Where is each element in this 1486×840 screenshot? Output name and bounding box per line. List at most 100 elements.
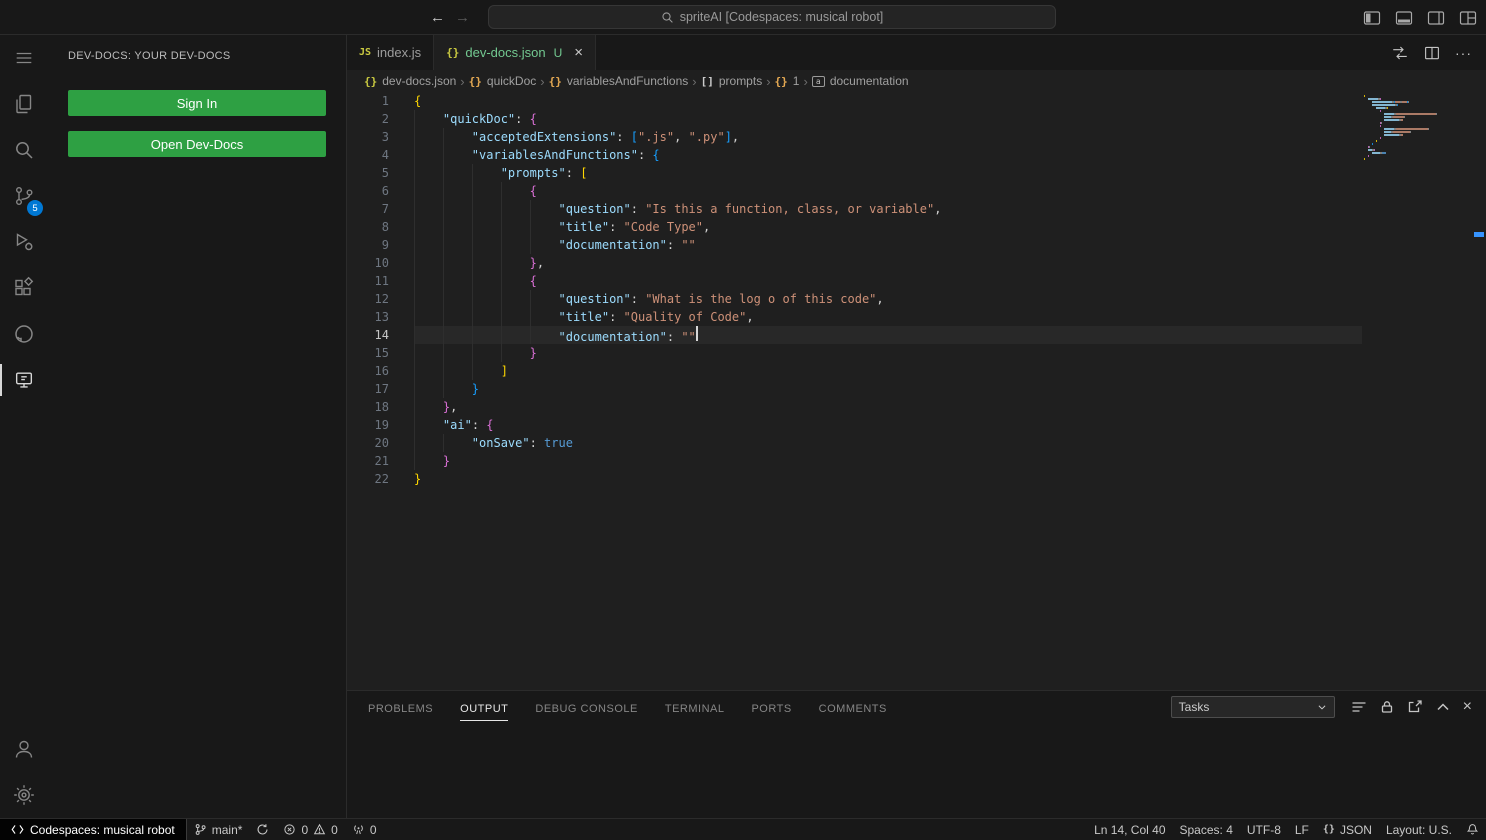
code-line[interactable]: 14 "documentation": "" xyxy=(347,326,1362,344)
language-mode-item[interactable]: {} JSON xyxy=(1316,819,1379,840)
branch-item[interactable]: main* xyxy=(187,819,250,840)
breadcrumb-item-file[interactable]: {} dev-docs.json xyxy=(364,74,456,88)
extensions-button[interactable] xyxy=(0,265,48,311)
close-tab-icon[interactable]: × xyxy=(574,45,583,60)
code-line[interactable]: 21 } xyxy=(347,452,1362,470)
tab-dev-docs-json[interactable]: {} dev-docs.json U × xyxy=(434,35,596,70)
keyboard-layout-item[interactable]: Layout: U.S. xyxy=(1379,819,1459,840)
code-line[interactable]: 17 } xyxy=(347,380,1362,398)
command-center-search[interactable]: spriteAI [Codespaces: musical robot] xyxy=(488,5,1056,29)
menu-button[interactable] xyxy=(0,35,48,81)
code-line[interactable]: 1{ xyxy=(347,92,1362,110)
breadcrumb-item-variables[interactable]: {} variablesAndFunctions xyxy=(549,74,689,88)
code-line[interactable]: 10 }, xyxy=(347,254,1362,272)
code-line[interactable]: 6 { xyxy=(347,182,1362,200)
panel-tab-terminal[interactable]: TERMINAL xyxy=(665,694,725,720)
open-output-in-editor-icon[interactable] xyxy=(1407,699,1423,715)
lock-scroll-icon[interactable] xyxy=(1379,699,1395,715)
line-number[interactable]: 14 xyxy=(347,326,414,344)
line-number[interactable]: 6 xyxy=(347,182,414,200)
line-number[interactable]: 1 xyxy=(347,92,414,110)
panel-tab-debug-console[interactable]: DEBUG CONSOLE xyxy=(535,694,637,720)
clear-output-icon[interactable] xyxy=(1351,699,1367,715)
code-line[interactable]: 16 ] xyxy=(347,362,1362,380)
line-number[interactable]: 4 xyxy=(347,146,414,164)
line-number[interactable]: 21 xyxy=(347,452,414,470)
toggle-panel-icon[interactable] xyxy=(1394,8,1414,28)
line-number[interactable]: 13 xyxy=(347,308,414,326)
code-line[interactable]: 22} xyxy=(347,470,1362,488)
minimap[interactable] xyxy=(1364,95,1472,161)
back-button[interactable]: ← xyxy=(430,9,445,26)
line-number[interactable]: 7 xyxy=(347,200,414,218)
code-line[interactable]: 19 "ai": { xyxy=(347,416,1362,434)
line-number[interactable]: 15 xyxy=(347,344,414,362)
remote-indicator[interactable]: Codespaces: musical robot xyxy=(0,819,187,840)
indentation-item[interactable]: Spaces: 4 xyxy=(1173,819,1240,840)
forwarded-ports-item[interactable]: 0 xyxy=(345,819,384,840)
github-button[interactable] xyxy=(0,311,48,357)
sync-changes-button[interactable] xyxy=(249,819,276,840)
forward-button[interactable]: → xyxy=(455,9,470,26)
notifications-item[interactable] xyxy=(1459,819,1486,840)
panel-tab-output[interactable]: OUTPUT xyxy=(460,694,508,721)
code-line[interactable]: 12 "question": "What is the log o of thi… xyxy=(347,290,1362,308)
line-number[interactable]: 3 xyxy=(347,128,414,146)
tab-index-js[interactable]: JS index.js xyxy=(347,35,434,70)
line-number[interactable]: 8 xyxy=(347,218,414,236)
line-number[interactable]: 22 xyxy=(347,470,414,488)
split-editor-icon[interactable] xyxy=(1423,44,1441,62)
code-line[interactable]: 3 "acceptedExtensions": [".js", ".py"], xyxy=(347,128,1362,146)
line-number[interactable]: 9 xyxy=(347,236,414,254)
editor[interactable]: 1{2 "quickDoc": {3 "acceptedExtensions":… xyxy=(347,92,1486,690)
line-number[interactable]: 11 xyxy=(347,272,414,290)
line-number[interactable]: 19 xyxy=(347,416,414,434)
toggle-secondary-sidebar-icon[interactable] xyxy=(1426,8,1446,28)
maximize-panel-icon[interactable] xyxy=(1435,699,1451,715)
code-line[interactable]: 13 "title": "Quality of Code", xyxy=(347,308,1362,326)
close-panel-icon[interactable]: × xyxy=(1463,699,1472,715)
panel-tab-problems[interactable]: PROBLEMS xyxy=(368,694,433,720)
code-line[interactable]: 4 "variablesAndFunctions": { xyxy=(347,146,1362,164)
breadcrumb-item-prompts[interactable]: [] prompts xyxy=(701,74,763,88)
line-number[interactable]: 2 xyxy=(347,110,414,128)
code-line[interactable]: 15 } xyxy=(347,344,1362,362)
breadcrumb-item-documentation[interactable]: a documentation xyxy=(812,74,909,88)
cursor-position-item[interactable]: Ln 14, Col 40 xyxy=(1087,819,1172,840)
accounts-button[interactable] xyxy=(0,726,48,772)
line-number[interactable]: 20 xyxy=(347,434,414,452)
run-debug-button[interactable] xyxy=(0,219,48,265)
code-line[interactable]: 5 "prompts": [ xyxy=(347,164,1362,182)
open-changes-icon[interactable] xyxy=(1391,44,1409,62)
line-number[interactable]: 12 xyxy=(347,290,414,308)
toggle-primary-sidebar-icon[interactable] xyxy=(1362,8,1382,28)
panel-tab-ports[interactable]: PORTS xyxy=(751,694,791,720)
problems-item[interactable]: 0 0 xyxy=(276,819,344,840)
code-line[interactable]: 7 "question": "Is this a function, class… xyxy=(347,200,1362,218)
search-sidebar-button[interactable] xyxy=(0,127,48,173)
line-number[interactable]: 10 xyxy=(347,254,414,272)
encoding-item[interactable]: UTF-8 xyxy=(1240,819,1288,840)
line-number[interactable]: 17 xyxy=(347,380,414,398)
settings-button[interactable] xyxy=(0,772,48,818)
line-number[interactable]: 16 xyxy=(347,362,414,380)
code-line[interactable]: 18 }, xyxy=(347,398,1362,416)
explorer-button[interactable] xyxy=(0,81,48,127)
code-line[interactable]: 20 "onSave": true xyxy=(347,434,1362,452)
code-line[interactable]: 11 { xyxy=(347,272,1362,290)
customize-layout-icon[interactable] xyxy=(1458,8,1478,28)
line-number[interactable]: 18 xyxy=(347,398,414,416)
breadcrumb-item-quickdoc[interactable]: {} quickDoc xyxy=(469,74,537,88)
code-line[interactable]: 8 "title": "Code Type", xyxy=(347,218,1362,236)
source-control-button[interactable]: 5 xyxy=(0,173,48,219)
eol-item[interactable]: LF xyxy=(1288,819,1316,840)
sign-in-button[interactable]: Sign In xyxy=(68,90,326,116)
code-line[interactable]: 2 "quickDoc": { xyxy=(347,110,1362,128)
breadcrumb-item-index[interactable]: {} 1 xyxy=(775,74,800,88)
open-dev-docs-button[interactable]: Open Dev-Docs xyxy=(68,131,326,157)
dev-docs-button[interactable] xyxy=(0,357,48,403)
output-channel-select[interactable]: Tasks xyxy=(1171,696,1335,718)
editor-scrollbar[interactable] xyxy=(1472,92,1486,690)
panel-tab-comments[interactable]: COMMENTS xyxy=(819,694,887,720)
line-number[interactable]: 5 xyxy=(347,164,414,182)
